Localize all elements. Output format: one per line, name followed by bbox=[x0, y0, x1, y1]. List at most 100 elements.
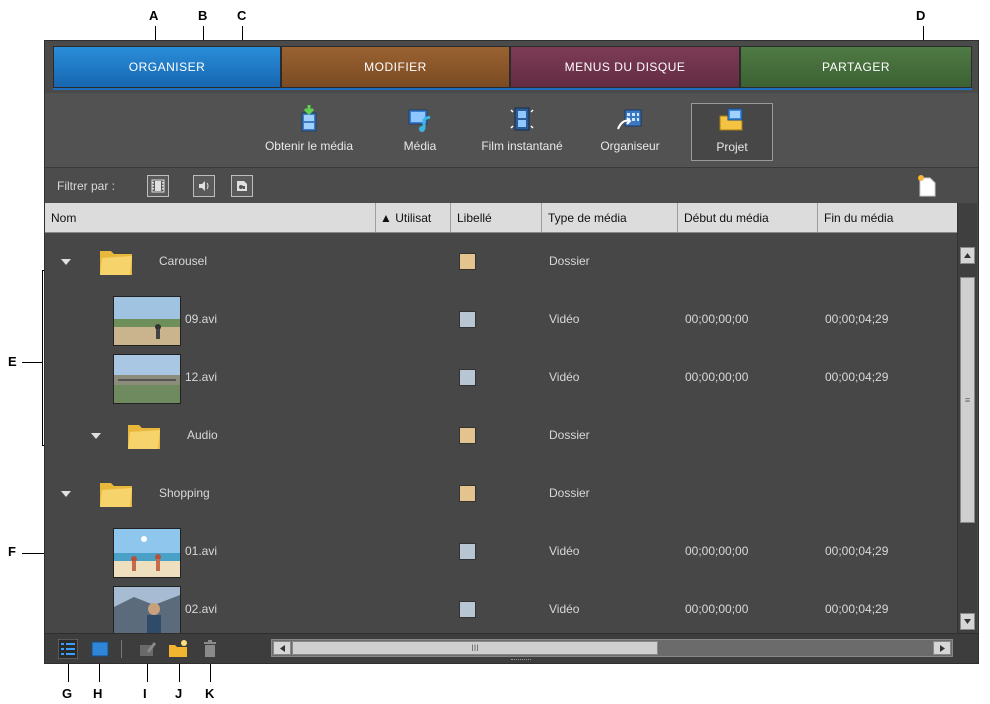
expand-triangle-icon[interactable] bbox=[61, 491, 71, 497]
row-media-type: Dossier bbox=[549, 486, 590, 500]
label-swatch[interactable] bbox=[459, 369, 476, 386]
table-row[interactable]: 01.avi Vidéo 00;00;00;00 00;00;04;29 bbox=[45, 523, 957, 582]
label-swatch[interactable] bbox=[459, 253, 476, 270]
folder-icon bbox=[128, 425, 160, 449]
row-media-type: Dossier bbox=[549, 428, 590, 442]
edit-media-icon[interactable] bbox=[137, 639, 157, 659]
row-media-type: Vidéo bbox=[549, 370, 580, 384]
scroll-right-button[interactable] bbox=[933, 641, 951, 655]
table-row[interactable]: Carousel Dossier bbox=[45, 233, 957, 292]
organizer-button[interactable]: Organiseur bbox=[587, 103, 673, 161]
callout-h: H bbox=[93, 686, 103, 701]
tab-menus-du-disque[interactable]: MENUS DU DISQUE bbox=[510, 46, 740, 88]
table-row[interactable]: 12.avi Vidéo 00;00;00;00 00;00;04;29 bbox=[45, 349, 957, 408]
row-media-type: Vidéo bbox=[549, 312, 580, 326]
expand-triangle-icon[interactable] bbox=[91, 433, 101, 439]
horizontal-scroll-thumb[interactable]: III bbox=[292, 641, 658, 655]
organizer-icon bbox=[617, 109, 642, 130]
column-label[interactable]: Libellé bbox=[451, 203, 542, 232]
media-icon bbox=[408, 109, 431, 132]
download-media-icon bbox=[301, 105, 317, 132]
arrow-left-icon bbox=[279, 644, 285, 652]
trash-icon[interactable] bbox=[200, 639, 220, 659]
column-name[interactable]: Nom bbox=[45, 203, 376, 232]
row-name: Carousel bbox=[159, 254, 208, 268]
project-icon bbox=[719, 108, 743, 131]
active-tab-underline bbox=[53, 88, 972, 90]
callout-d: D bbox=[916, 8, 926, 23]
column-media-end[interactable]: Fin du média bbox=[818, 203, 957, 232]
project-button[interactable]: Projet bbox=[691, 103, 773, 161]
expand-triangle-icon[interactable] bbox=[61, 259, 71, 265]
callout-f: F bbox=[8, 544, 16, 559]
arrow-up-icon bbox=[964, 253, 971, 258]
scroll-down-button[interactable] bbox=[960, 613, 975, 630]
row-name: 09.avi bbox=[185, 312, 218, 326]
table-row[interactable]: Shopping Dossier bbox=[45, 465, 957, 524]
row-media-start: 00;00;00;00 bbox=[685, 312, 749, 326]
callout-c: C bbox=[237, 8, 247, 23]
arrow-right-icon bbox=[939, 644, 945, 652]
filter-label: Filtrer par : bbox=[57, 179, 116, 193]
icon-view-icon[interactable] bbox=[90, 639, 110, 659]
folder-icon bbox=[100, 483, 132, 507]
toolbar-divider bbox=[121, 640, 122, 658]
still-image-icon bbox=[237, 181, 247, 191]
tab-organiser[interactable]: ORGANISER bbox=[53, 46, 281, 88]
column-media-type[interactable]: Type de média bbox=[542, 203, 678, 232]
filter-bar: Filtrer par : bbox=[45, 167, 978, 204]
row-media-type: Vidéo bbox=[549, 602, 580, 616]
resize-grip[interactable] bbox=[511, 659, 531, 663]
callout-j: J bbox=[175, 686, 183, 701]
row-media-end: 00;00;04;29 bbox=[825, 370, 889, 384]
row-name: 01.avi bbox=[185, 544, 218, 558]
row-name: Shopping bbox=[159, 486, 210, 500]
column-media-start[interactable]: Début du média bbox=[678, 203, 818, 232]
instant-movie-button[interactable]: Film instantané bbox=[473, 103, 571, 161]
label-swatch[interactable] bbox=[459, 311, 476, 328]
folder-icon bbox=[100, 251, 132, 275]
vertical-scrollbar[interactable]: ≡ bbox=[957, 203, 977, 633]
label-swatch[interactable] bbox=[459, 543, 476, 560]
column-used[interactable]: ▲ Utilisat bbox=[376, 203, 451, 232]
label-swatch[interactable] bbox=[459, 601, 476, 618]
callout-i: I bbox=[143, 686, 147, 701]
horizontal-scrollbar[interactable]: III bbox=[271, 639, 953, 657]
media-button[interactable]: Média bbox=[387, 103, 453, 161]
table-row[interactable]: 02.avi Vidéo 00;00;00;00 00;00;04;29 bbox=[45, 581, 957, 633]
tab-partager[interactable]: PARTAGER bbox=[740, 46, 972, 88]
column-header: Nom ▲ Utilisat Libellé Type de média Déb… bbox=[45, 203, 957, 233]
filter-image-button[interactable] bbox=[231, 175, 253, 197]
label-swatch[interactable] bbox=[459, 427, 476, 444]
tab-modifier[interactable]: MODIFIER bbox=[281, 46, 510, 88]
callout-e: E bbox=[8, 354, 17, 369]
instant-movie-icon bbox=[510, 107, 534, 131]
scroll-up-button[interactable] bbox=[960, 247, 975, 264]
media-list: Carousel Dossier 09.avi Vidéo 00;00;00;0… bbox=[45, 233, 957, 633]
label-swatch[interactable] bbox=[459, 485, 476, 502]
vertical-scroll-thumb[interactable]: ≡ bbox=[960, 277, 975, 523]
new-folder-icon[interactable] bbox=[168, 639, 188, 659]
video-thumbnail bbox=[113, 528, 181, 578]
scroll-left-button[interactable] bbox=[273, 641, 291, 655]
callout-bracket-e bbox=[42, 270, 43, 445]
table-row[interactable]: Audio Dossier bbox=[45, 407, 957, 466]
list-view-icon[interactable] bbox=[58, 639, 78, 659]
table-row[interactable]: 09.avi Vidéo 00;00;00;00 00;00;04;29 bbox=[45, 291, 957, 350]
row-media-start: 00;00;00;00 bbox=[685, 544, 749, 558]
row-name: 12.avi bbox=[185, 370, 218, 384]
callout-line-e bbox=[22, 362, 42, 363]
new-item-icon[interactable] bbox=[917, 174, 937, 198]
arrow-down-icon bbox=[964, 619, 971, 624]
project-panel: ORGANISER MODIFIER MENUS DU DISQUE PARTA… bbox=[44, 40, 979, 664]
row-name: 02.avi bbox=[185, 602, 218, 616]
filter-audio-button[interactable] bbox=[193, 175, 215, 197]
callout-k: K bbox=[205, 686, 215, 701]
row-media-end: 00;00;04;29 bbox=[825, 312, 889, 326]
speaker-icon bbox=[199, 181, 209, 191]
video-thumbnail bbox=[113, 354, 181, 404]
callout-a: A bbox=[149, 8, 159, 23]
bottom-toolbar: III bbox=[45, 633, 978, 663]
filter-video-button[interactable] bbox=[147, 175, 169, 197]
get-media-button[interactable]: Obtenir le média bbox=[253, 103, 365, 161]
